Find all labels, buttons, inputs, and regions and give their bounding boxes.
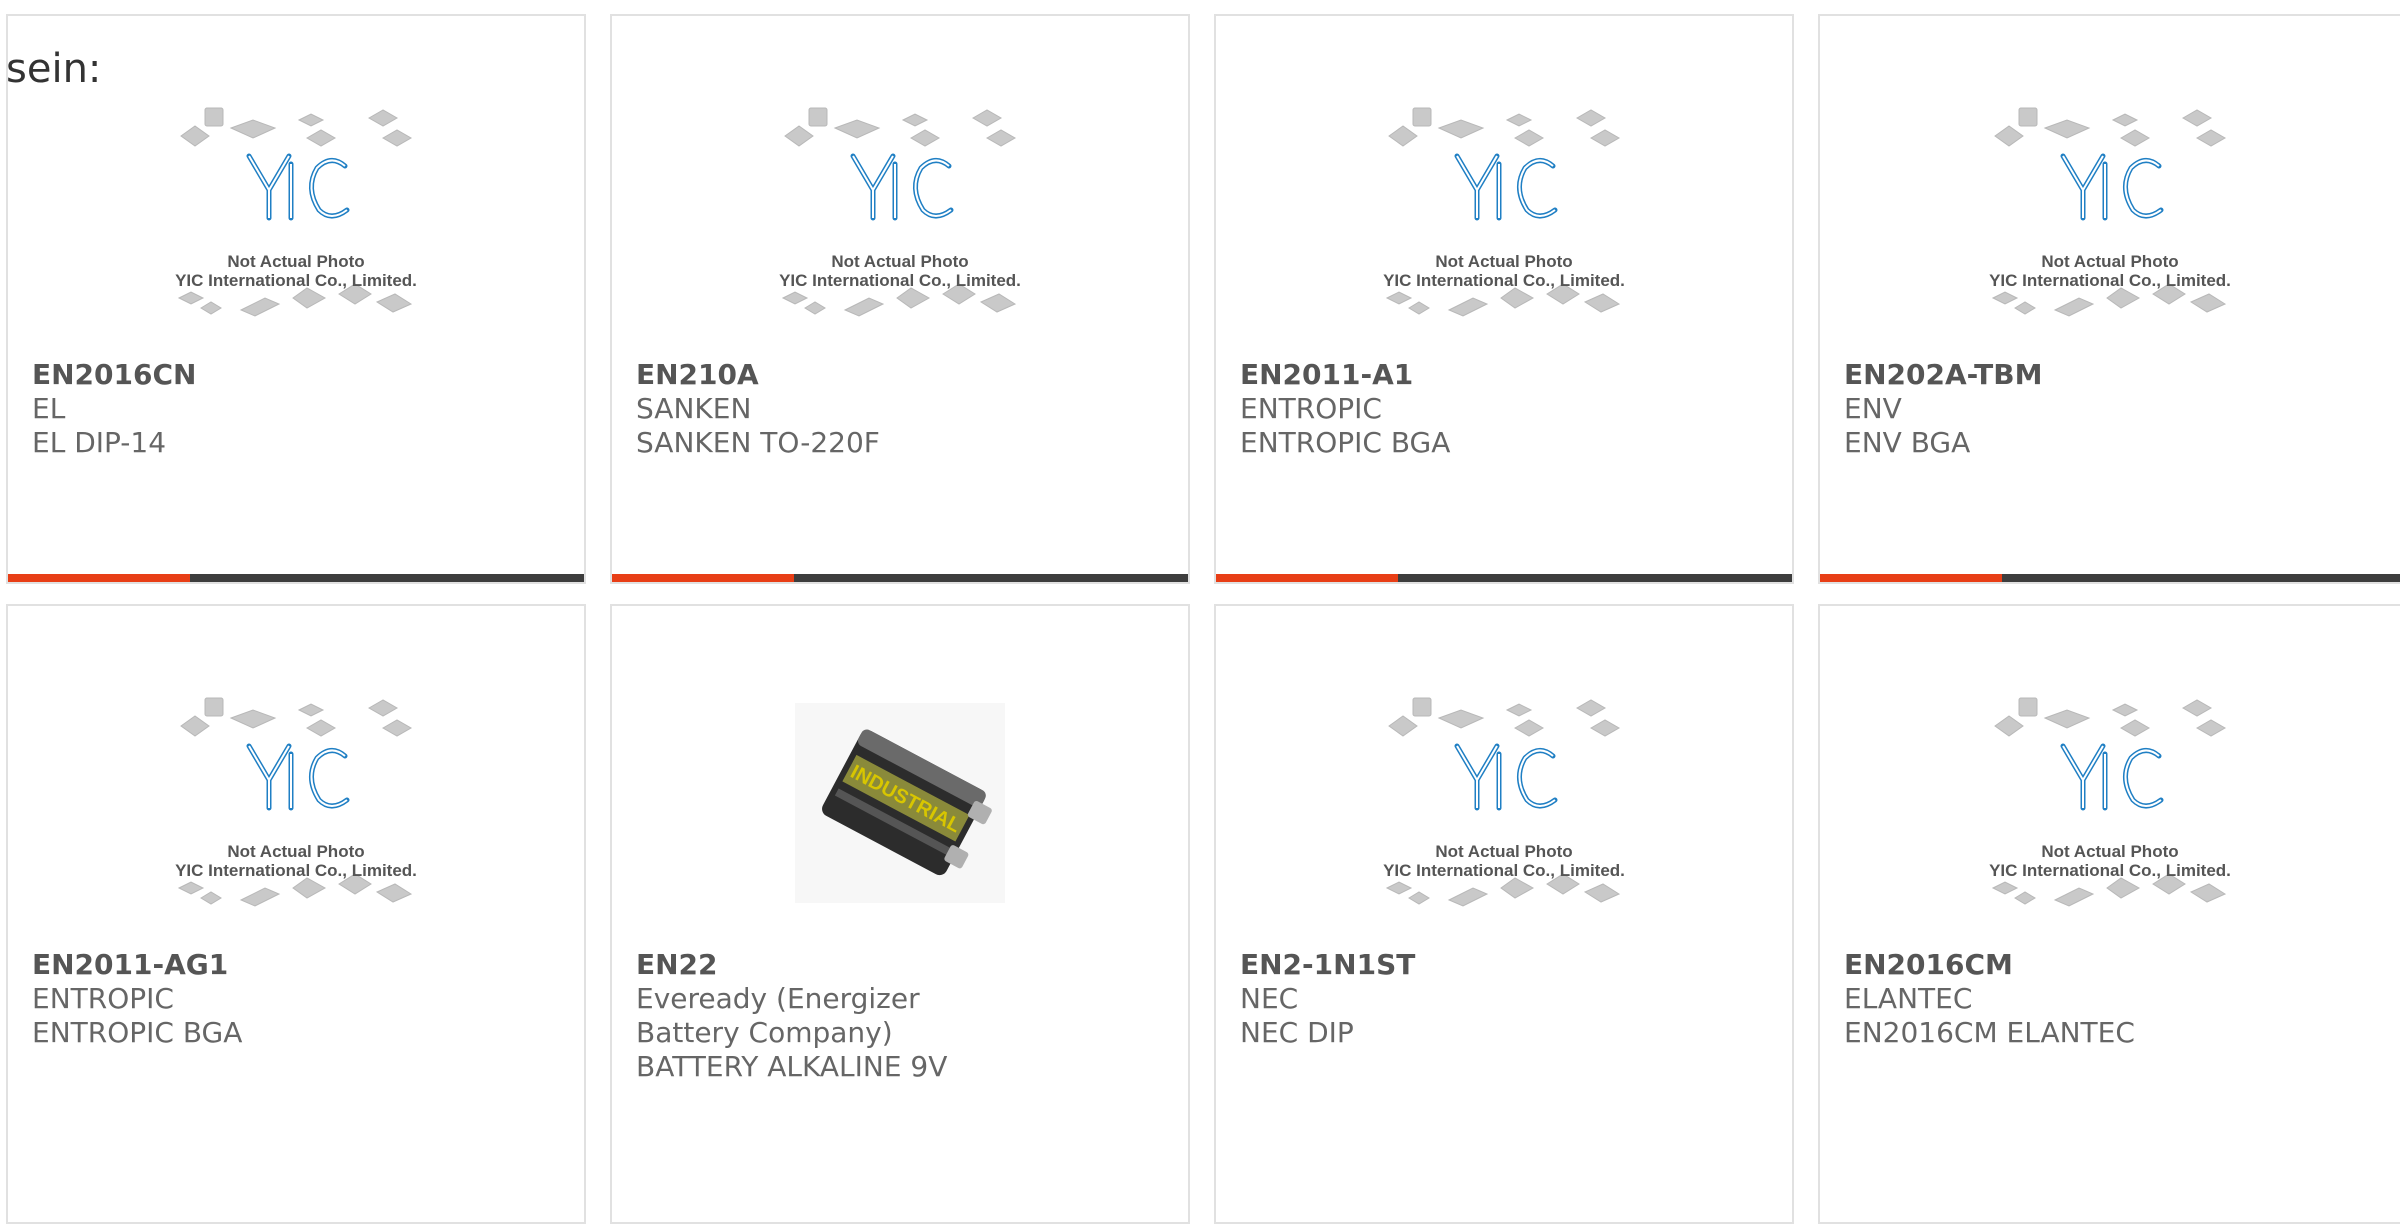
card-footer-accent [612,574,794,582]
manufacturer: ELANTEC [1844,982,1973,1015]
placeholder-caption: Not Actual Photo YIC International Co., … [8,252,584,290]
card-footer-bar [1216,574,1792,582]
product-card[interactable]: INDUSTRIAL EN22 Eveready (Energizer Batt… [610,604,1190,1224]
placeholder-caption-line: YIC International Co., Limited. [1383,861,1625,880]
product-info: EN2-1N1ST NEC NEC DIP [1240,948,1768,1050]
placeholder-chip-logo-icon [1820,98,2400,328]
placeholder-caption-line: YIC International Co., Limited. [175,861,417,880]
manufacturer: Eveready (Energizer Battery Company) [636,982,920,1049]
placeholder-chip-logo-icon [612,98,1188,328]
product-info: EN210A SANKEN SANKEN TO-220F [636,358,1164,460]
part-number[interactable]: EN2011-AG1 [32,948,560,982]
product-grid: Not Actual Photo YIC International Co., … [0,0,2400,1224]
card-footer-accent [8,574,190,582]
placeholder-caption-line: Not Actual Photo [227,252,365,271]
product-card[interactable]: Not Actual Photo YIC International Co., … [1214,14,1794,584]
placeholder-caption: Not Actual Photo YIC International Co., … [1820,252,2400,290]
placeholder-caption-line: YIC International Co., Limited. [1989,861,2231,880]
product-card[interactable]: Not Actual Photo YIC International Co., … [1818,604,2400,1224]
product-card[interactable]: Not Actual Photo YIC International Co., … [6,14,586,584]
battery-photo-icon: INDUSTRIAL [612,688,1188,918]
manufacturer: ENTROPIC [1240,392,1382,425]
placeholder-chip-logo-icon [8,98,584,328]
placeholder-chip-logo-icon [1820,688,2400,918]
product-card[interactable]: Not Actual Photo YIC International Co., … [1818,14,2400,584]
manufacturer: EL [32,392,66,425]
intro-text: sein: [6,46,102,92]
placeholder-caption-line: Not Actual Photo [2041,252,2179,271]
placeholder-caption: Not Actual Photo YIC International Co., … [1216,252,1792,290]
product-info: EN2011-AG1 ENTROPIC ENTROPIC BGA [32,948,560,1050]
placeholder-caption-line: Not Actual Photo [227,842,365,861]
placeholder-caption-line: YIC International Co., Limited. [1383,271,1625,290]
description: ENV BGA [1844,426,1971,459]
card-footer-accent [1216,574,1398,582]
manufacturer: NEC [1240,982,1299,1015]
product-card[interactable]: Not Actual Photo YIC International Co., … [1214,604,1794,1224]
placeholder-caption-line: Not Actual Photo [1435,842,1573,861]
description: EN2016CM ELANTEC [1844,1016,2135,1049]
placeholder-chip-logo-icon [8,688,584,918]
part-number[interactable]: EN2011-A1 [1240,358,1768,392]
description: NEC DIP [1240,1016,1354,1049]
placeholder-chip-logo-icon [1216,98,1792,328]
part-number[interactable]: EN202A-TBM [1844,358,2376,392]
product-info: EN202A-TBM ENV ENV BGA [1844,358,2376,460]
placeholder-caption: Not Actual Photo YIC International Co., … [612,252,1188,290]
part-number[interactable]: EN210A [636,358,1164,392]
placeholder-caption: Not Actual Photo YIC International Co., … [1820,842,2400,880]
description: ENTROPIC BGA [32,1016,243,1049]
description: ENTROPIC BGA [1240,426,1451,459]
manufacturer: SANKEN [636,392,752,425]
placeholder-caption-line: Not Actual Photo [1435,252,1573,271]
placeholder-chip-logo-icon [1216,688,1792,918]
product-info: EN2011-A1 ENTROPIC ENTROPIC BGA [1240,358,1768,460]
description: BATTERY ALKALINE 9V [636,1050,948,1083]
card-footer-accent [1820,574,2002,582]
manufacturer: ENV [1844,392,1902,425]
manufacturer: ENTROPIC [32,982,174,1015]
placeholder-caption-line: Not Actual Photo [2041,842,2179,861]
placeholder-caption: Not Actual Photo YIC International Co., … [1216,842,1792,880]
description: EL DIP-14 [32,426,167,459]
part-number[interactable]: EN22 [636,948,1164,982]
placeholder-caption: Not Actual Photo YIC International Co., … [8,842,584,880]
placeholder-caption-line: YIC International Co., Limited. [779,271,1021,290]
card-footer-bar [612,574,1188,582]
product-info: EN2016CM ELANTEC EN2016CM ELANTEC [1844,948,2376,1050]
description: SANKEN TO-220F [636,426,880,459]
product-card[interactable]: Not Actual Photo YIC International Co., … [610,14,1190,584]
part-number[interactable]: EN2-1N1ST [1240,948,1768,982]
placeholder-caption-line: YIC International Co., Limited. [175,271,417,290]
card-footer-bar [1820,574,2400,582]
part-number[interactable]: EN2016CM [1844,948,2376,982]
product-info: EN2016CN EL EL DIP-14 [32,358,560,460]
product-info: EN22 Eveready (Energizer Battery Company… [636,948,1164,1084]
placeholder-caption-line: YIC International Co., Limited. [1989,271,2231,290]
part-number[interactable]: EN2016CN [32,358,560,392]
placeholder-caption-line: Not Actual Photo [831,252,969,271]
card-footer-bar [8,574,584,582]
product-card[interactable]: Not Actual Photo YIC International Co., … [6,604,586,1224]
